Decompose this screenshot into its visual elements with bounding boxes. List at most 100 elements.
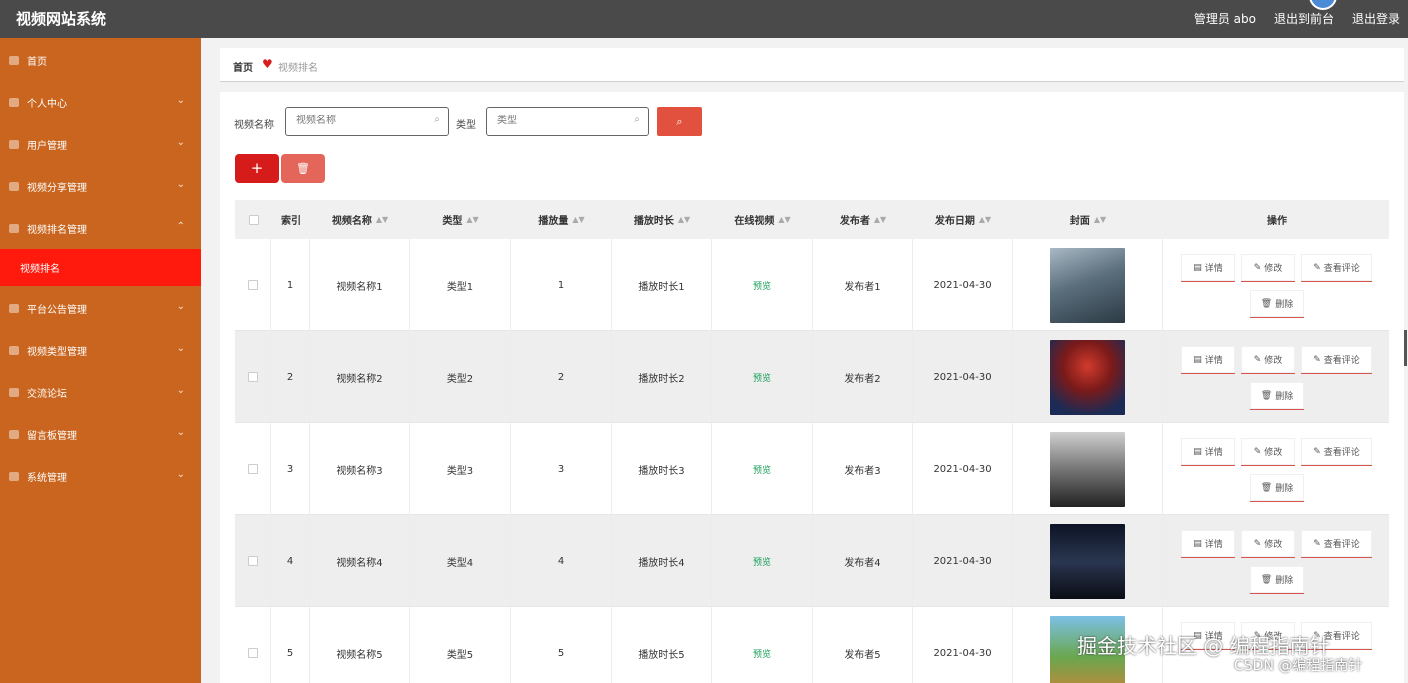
cell-video-name: 视频名称4 (310, 515, 410, 607)
col-duration-label: 播放时长 (633, 216, 674, 227)
batch-delete-button[interactable]: 🗑 (281, 154, 325, 183)
cell-date: 2021-04-30 (913, 331, 1013, 423)
delete-button[interactable]: 🗑 删除 (1250, 290, 1304, 318)
sort-icon[interactable]: ▲▼ (778, 215, 790, 224)
cover-image[interactable] (1050, 339, 1125, 415)
cell-video-name: 视频名称3 (310, 423, 410, 515)
sidebar-item-personal-center[interactable]: 个人中心 ⌄ (0, 87, 201, 117)
preview-link[interactable]: 预览 (753, 555, 771, 568)
table-row: 1 视频名称1 类型1 1 播放时长1 预览 发布者1 2021-04-30 ▤… (235, 239, 1389, 331)
document-icon: ▤ (1193, 354, 1202, 365)
cover-image[interactable] (1050, 431, 1125, 507)
preview-link[interactable]: 预览 (753, 371, 771, 384)
exit-to-front-link[interactable]: 退出到前台 (1274, 10, 1334, 27)
detail-button[interactable]: ▤ 详情 (1181, 254, 1235, 282)
sort-icon[interactable]: ▲▼ (678, 215, 690, 224)
col-video-name[interactable]: 视频名称 ▲▼ (310, 200, 410, 239)
sidebar-item-video-share[interactable]: 视频分享管理 ⌄ (0, 171, 201, 201)
cell-plays: 5 (511, 607, 612, 683)
delete-button[interactable]: 🗑 删除 (1250, 566, 1304, 594)
edit-button[interactable]: ✎ 修改 (1241, 346, 1295, 374)
preview-link[interactable]: 预览 (753, 647, 771, 660)
avatar[interactable] (1309, 0, 1337, 10)
edit-button[interactable]: ✎ 修改 (1241, 438, 1295, 466)
edit-button[interactable]: ✎ 修改 (1241, 254, 1295, 282)
sidebar-item-video-ranking[interactable]: 视频排名管理 ⌃ (0, 213, 201, 243)
sort-icon[interactable]: ▲▼ (874, 215, 886, 224)
cover-image[interactable] (1050, 523, 1125, 599)
detail-button[interactable]: ▤ 详情 (1181, 530, 1235, 558)
detail-button[interactable]: ▤ 详情 (1181, 438, 1235, 466)
table-row: 2 视频名称2 类型2 2 播放时长2 预览 发布者2 2021-04-30 ▤… (235, 331, 1389, 423)
chevron-down-icon: ⌄ (176, 469, 185, 480)
col-publisher[interactable]: 发布者 ▲▼ (813, 200, 913, 239)
type-label: 类型 (456, 120, 476, 131)
sidebar-item-forum[interactable]: 交流论坛 ⌄ (0, 377, 201, 407)
edit-button[interactable]: ✎ 修改 (1241, 530, 1295, 558)
sidebar-item-system[interactable]: 系统管理 ⌄ (0, 461, 201, 491)
col-plays[interactable]: 播放量 ▲▼ (511, 200, 612, 239)
col-date[interactable]: 发布日期 ▲▼ (913, 200, 1013, 239)
row-checkbox[interactable] (235, 423, 271, 515)
search-button[interactable]: ⌕ (657, 107, 702, 136)
cell-publisher: 发布者1 (813, 239, 913, 331)
logout-link[interactable]: 退出登录 (1352, 10, 1400, 27)
type-input[interactable] (497, 115, 617, 126)
breadcrumb-home[interactable]: 首页 (233, 59, 253, 74)
preview-link[interactable]: 预览 (753, 463, 771, 476)
col-online[interactable]: 在线视频 ▲▼ (712, 200, 813, 239)
table-header: 索引 视频名称 ▲▼ 类型 ▲▼ 播放量 ▲▼ 播放时长 ▲▼ 在线视频 ▲▼ 发布者 ▲▼… (235, 200, 1389, 239)
sidebar-item-label: 平台公告管理 (27, 304, 87, 316)
row-checkbox[interactable] (235, 331, 271, 423)
view-comments-button[interactable]: ✎ 查看评论 (1301, 346, 1372, 374)
video-name-input[interactable] (296, 115, 416, 126)
sort-icon[interactable]: ▲▼ (1094, 215, 1106, 224)
admin-user-label: 管理员 abo (1193, 12, 1256, 26)
sidebar-item-video-types[interactable]: 视频类型管理 ⌄ (0, 335, 201, 365)
delete-button[interactable]: 🗑 删除 (1250, 474, 1304, 502)
sidebar-item-announcements[interactable]: 平台公告管理 ⌄ (0, 293, 201, 323)
cover-image[interactable] (1050, 247, 1125, 323)
chevron-down-icon: ⌄ (176, 427, 185, 438)
settings-icon (9, 471, 19, 481)
document-icon: ▤ (1193, 446, 1202, 457)
view-comments-button[interactable]: ✎ 查看评论 (1301, 438, 1372, 466)
sidebar-item-user-management[interactable]: 用户管理 ⌄ (0, 129, 201, 159)
row-checkbox[interactable] (235, 607, 271, 683)
edit-label: 修改 (1264, 356, 1283, 366)
row-checkbox[interactable] (235, 515, 271, 607)
video-name-field[interactable]: ⌕ (285, 107, 449, 136)
bell-icon (9, 303, 19, 313)
scrollbar-thumb[interactable] (1404, 330, 1407, 366)
col-type[interactable]: 类型 ▲▼ (410, 200, 511, 239)
row-actions: ▤ 详情 ✎ 修改 ✎ 查看评论 🗑 删除 (1165, 515, 1389, 607)
view-comments-button[interactable]: ✎ 查看评论 (1301, 254, 1372, 282)
pencil-icon: ✎ (1253, 446, 1262, 457)
cell-index: 5 (271, 607, 310, 683)
sidebar-subitem-video-ranking[interactable]: 视频排名 (0, 249, 201, 286)
detail-button[interactable]: ▤ 详情 (1181, 346, 1235, 374)
col-actions: 操作 (1165, 200, 1389, 239)
heart-icon: ♥ (262, 57, 273, 71)
sort-icon[interactable]: ▲▼ (572, 215, 584, 224)
select-all-checkbox[interactable] (247, 200, 261, 239)
preview-link[interactable]: 预览 (753, 279, 771, 292)
type-field[interactable]: ⌕ (486, 107, 649, 136)
sort-icon[interactable]: ▲▼ (376, 215, 388, 224)
delete-button[interactable]: 🗑 删除 (1250, 382, 1304, 410)
col-cover[interactable]: 封面 ▲▼ (1013, 200, 1163, 239)
sort-icon[interactable]: ▲▼ (979, 215, 991, 224)
add-button[interactable]: + (235, 154, 279, 183)
sidebar-item-home[interactable]: 首页 (0, 45, 201, 75)
pencil-icon: ✎ (1313, 446, 1321, 457)
search-icon: ⌕ (676, 115, 683, 128)
row-checkbox[interactable] (235, 239, 271, 331)
share-icon (9, 181, 19, 191)
col-cover-label: 封面 (1069, 216, 1090, 227)
sidebar-item-message-board[interactable]: 留言板管理 ⌄ (0, 419, 201, 449)
sort-icon[interactable]: ▲▼ (466, 215, 478, 224)
cell-cover (1013, 423, 1163, 515)
col-duration[interactable]: 播放时长 ▲▼ (612, 200, 712, 239)
sidebar-item-label: 首页 (27, 56, 47, 68)
view-comments-button[interactable]: ✎ 查看评论 (1301, 530, 1372, 558)
